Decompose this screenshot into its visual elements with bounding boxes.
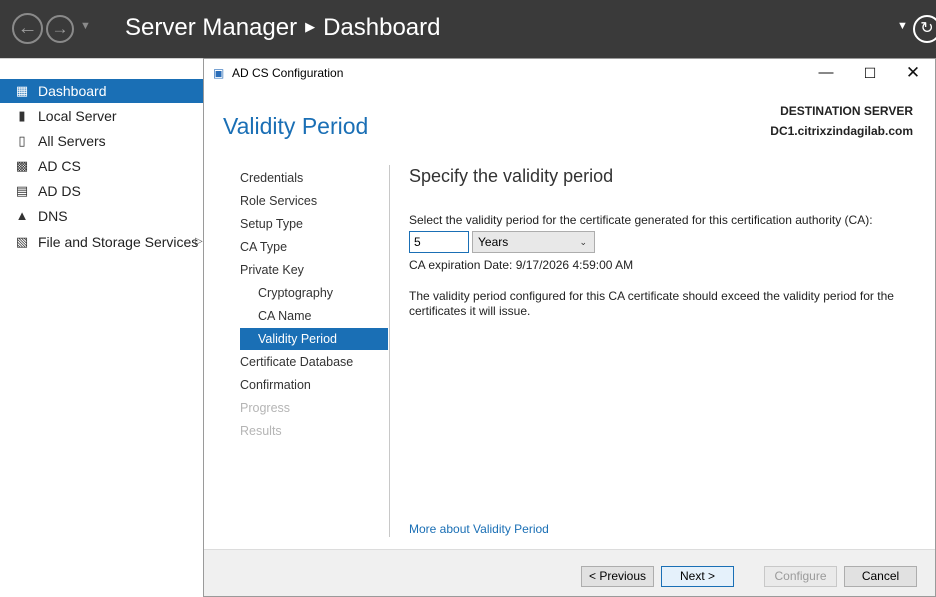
wizard-step-ca-name[interactable]: CA Name bbox=[240, 305, 388, 327]
nav-divider bbox=[389, 165, 390, 537]
wizard-step-cryptography[interactable]: Cryptography bbox=[240, 282, 388, 304]
next-button[interactable]: Next > bbox=[661, 566, 734, 587]
configure-button: Configure bbox=[764, 566, 837, 587]
sidebar-item-local-server[interactable]: ▮ Local Server bbox=[0, 104, 203, 128]
expand-arrow-icon[interactable]: ▷ bbox=[195, 230, 203, 254]
history-dropdown-icon[interactable]: ▼ bbox=[80, 20, 91, 32]
sidebar-item-label: All Servers bbox=[38, 133, 106, 149]
wizard-step-role-services[interactable]: Role Services bbox=[240, 190, 388, 212]
breadcrumb: Server Manager ▶ Dashboard bbox=[125, 14, 441, 42]
dialog-title: AD CS Configuration bbox=[232, 66, 344, 80]
storage-icon: ▧ bbox=[15, 234, 29, 249]
wizard-page-heading: Validity Period bbox=[223, 113, 369, 139]
wizard-step-progress: Progress bbox=[240, 401, 291, 415]
maximize-button[interactable]: ☐ bbox=[850, 61, 890, 85]
wizard-step-credentials[interactable]: Credentials bbox=[240, 167, 388, 189]
servers-icon: ▯ bbox=[18, 133, 26, 148]
wizard-step-confirmation[interactable]: Confirmation bbox=[240, 374, 388, 396]
server-manager-titlebar: ← → ▼ Server Manager ▶ Dashboard ▼ ↻ bbox=[0, 0, 936, 58]
wizard-step-setup-type[interactable]: Setup Type bbox=[240, 213, 388, 235]
ad-cs-configuration-dialog: ▣ AD CS Configuration — ☐ ✕ Validity Per… bbox=[203, 58, 936, 597]
validity-unit-value: Years bbox=[478, 235, 509, 249]
content-heading: Specify the validity period bbox=[409, 166, 614, 186]
sidebar-item-label: Dashboard bbox=[38, 83, 107, 99]
wizard-step-results: Results bbox=[240, 424, 282, 438]
directory-icon: ▤ bbox=[15, 183, 29, 198]
breadcrumb-separator-icon: ▶ bbox=[305, 19, 316, 34]
sidebar-item-label: AD CS bbox=[38, 158, 81, 174]
wizard-step-ca-type[interactable]: CA Type bbox=[240, 236, 388, 258]
destination-server-name: DC1.citrixzindagilab.com bbox=[770, 124, 913, 138]
minimize-button[interactable]: — bbox=[806, 61, 846, 85]
titlebar-dropdown-icon[interactable]: ▼ bbox=[897, 20, 908, 32]
sidebar-item-label: Local Server bbox=[38, 108, 117, 124]
chevron-down-icon: ⌄ bbox=[579, 237, 587, 247]
adcs-config-icon: ▣ bbox=[213, 66, 225, 80]
sidebar-item-ad-ds[interactable]: ▤ AD DS bbox=[0, 179, 203, 203]
dashboard-grid-icon: ▦ bbox=[15, 83, 29, 98]
cancel-button[interactable]: Cancel bbox=[844, 566, 917, 587]
previous-button[interactable]: < Previous bbox=[581, 566, 654, 587]
more-about-validity-link[interactable]: More about Validity Period bbox=[409, 522, 549, 536]
dialog-footer: < Previous Next > Configure Cancel bbox=[204, 549, 935, 596]
validity-instruction: Select the validity period for the certi… bbox=[409, 213, 873, 227]
sidebar-item-label: AD DS bbox=[38, 183, 81, 199]
dialog-titlebar: ▣ AD CS Configuration — ☐ ✕ bbox=[204, 59, 935, 87]
certificate-icon: ▩ bbox=[15, 158, 29, 173]
wizard-step-validity-period[interactable]: Validity Period bbox=[240, 328, 388, 350]
sidebar-item-label: DNS bbox=[38, 208, 68, 224]
ca-expiration-date: CA expiration Date: 9/17/2026 4:59:00 AM bbox=[409, 258, 634, 272]
sidebar-item-all-servers[interactable]: ▯ All Servers bbox=[0, 129, 203, 153]
wizard-step-private-key[interactable]: Private Key bbox=[240, 259, 388, 281]
sidebar: ▦ Dashboard ▮ Local Server ▯ All Servers… bbox=[0, 58, 203, 597]
wizard-step-certificate-database[interactable]: Certificate Database bbox=[240, 351, 388, 373]
validity-value-input[interactable] bbox=[409, 231, 469, 253]
close-button[interactable]: ✕ bbox=[893, 61, 933, 85]
sidebar-item-label: File and Storage Services bbox=[38, 234, 199, 250]
back-arrow-icon[interactable]: ← bbox=[12, 13, 43, 44]
sidebar-item-ad-cs[interactable]: ▩ AD CS bbox=[0, 154, 203, 178]
server-icon: ▮ bbox=[18, 108, 26, 123]
sidebar-item-dns[interactable]: ▲ DNS bbox=[0, 204, 203, 228]
refresh-icon[interactable]: ↻ bbox=[913, 15, 936, 43]
sidebar-item-dashboard[interactable]: ▦ Dashboard bbox=[0, 79, 203, 103]
app-title: Server Manager bbox=[125, 14, 298, 41]
validity-note: The validity period configured for this … bbox=[409, 289, 894, 318]
forward-arrow-icon[interactable]: → bbox=[46, 15, 74, 43]
sidebar-item-file-and-storage[interactable]: ▧ File and Storage Services ▷ bbox=[0, 230, 203, 254]
dns-icon: ▲ bbox=[15, 208, 29, 223]
validity-unit-select[interactable]: Years ⌄ bbox=[472, 231, 595, 253]
destination-server-label: DESTINATION SERVER bbox=[780, 104, 913, 118]
page-title: Dashboard bbox=[323, 14, 441, 41]
